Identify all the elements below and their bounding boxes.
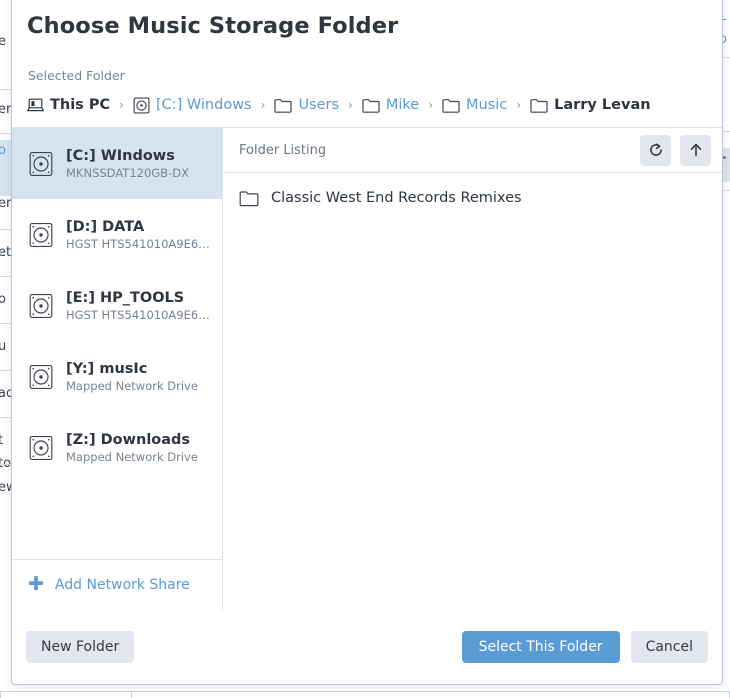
drive-text: [C:] WIndows MKNSSDAT120GB-DX [66, 147, 189, 180]
drive-name: [E:] HP_TOOLS [66, 289, 185, 306]
breadcrumb-separator: › [428, 98, 434, 112]
breadcrumb-label: This PC [50, 97, 111, 113]
breadcrumb-separator: › [348, 98, 353, 112]
add-network-share-button[interactable]: ✚ Add Network Share [12, 559, 222, 610]
refresh-icon [648, 142, 664, 158]
breadcrumb-item-this-pc[interactable]: This PC [27, 97, 110, 113]
drive-item-e[interactable]: [E:] HP_TOOLS HGST HTS541010A9E680 [12, 270, 222, 341]
breadcrumb-item-mike[interactable]: Mike [362, 97, 419, 113]
folder-listing-pane: Folder Listing Classic West End Records … [223, 128, 722, 610]
breadcrumb-separator: › [119, 98, 124, 112]
folder-row[interactable]: Classic West End Records Remixes [223, 182, 722, 214]
drive-icon [28, 435, 54, 461]
background-grid-tick [0, 691, 1, 698]
breadcrumb: This PC › [C:] Windows › Users › Mike › … [27, 91, 651, 119]
navigate-up-button[interactable] [680, 134, 711, 166]
breadcrumb-item-music[interactable]: Music [442, 97, 507, 113]
drive-item-z[interactable]: [Z:] Downloads Mapped Network Drive [12, 412, 222, 483]
folder-name: Classic West End Records Remixes [271, 190, 522, 206]
breadcrumb-label: Mike [385, 97, 420, 113]
breadcrumb-item-c-windows[interactable]: [C:] Windows [133, 97, 252, 114]
folder-icon [530, 98, 548, 113]
add-network-share-label: Add Network Share [54, 577, 190, 593]
breadcrumb-item-current[interactable]: Larry Levan [530, 97, 651, 113]
breadcrumb-label: Larry Levan [554, 97, 651, 113]
drives-sidebar: [C:] WIndows MKNSSDAT120GB-DX [D:] DATA … [12, 128, 223, 610]
folder-icon [442, 98, 460, 113]
drive-model: HGST HTS541010A9E680 [66, 237, 210, 252]
background-grid-tick [131, 691, 132, 698]
drive-text: [Z:] Downloads Mapped Network Drive [66, 431, 198, 464]
drive-name: [D:] DATA [66, 218, 145, 235]
folder-icon [239, 190, 259, 207]
dialog-body: [C:] WIndows MKNSSDAT120GB-DX [D:] DATA … [12, 127, 722, 610]
drive-model: HGST HTS541010A9E680 [66, 308, 210, 323]
drive-model: Mapped Network Drive [66, 450, 198, 465]
select-this-folder-button[interactable]: Select This Folder [461, 631, 620, 663]
background-text-fragment: e [0, 34, 6, 49]
drive-model: MKNSSDAT120GB-DX [66, 166, 189, 181]
drive-name: [C:] WIndows [66, 147, 175, 164]
breadcrumb-label: Music [466, 97, 508, 113]
drive-icon [28, 222, 54, 248]
dialog-title: Choose Music Storage Folder [27, 13, 399, 39]
drive-name: [Z:] Downloads [66, 431, 191, 448]
background-text-fragment: o [0, 292, 6, 307]
cancel-button[interactable]: Cancel [630, 631, 708, 663]
disk-icon [133, 97, 150, 114]
background-bottom-divider [0, 691, 730, 692]
refresh-button[interactable] [640, 134, 671, 166]
drive-item-y[interactable]: [Y:] musIc Mapped Network Drive [12, 341, 222, 412]
background-text-fragment: o [0, 143, 6, 158]
breadcrumb-label: Users [298, 97, 340, 113]
dialog-footer: New Folder Select This Folder Cancel [12, 610, 722, 684]
drive-list: [C:] WIndows MKNSSDAT120GB-DX [D:] DATA … [12, 128, 222, 559]
drive-item-c[interactable]: [C:] WIndows MKNSSDAT120GB-DX [12, 128, 222, 199]
background-text-fragment: er [0, 196, 12, 211]
new-folder-button[interactable]: New Folder [26, 631, 135, 663]
background-text-fragment: er [0, 102, 12, 117]
folder-listing-header: Folder Listing [223, 128, 722, 173]
drive-item-d[interactable]: [D:] DATA HGST HTS541010A9E680 [12, 199, 222, 270]
folder-icon [362, 98, 380, 113]
plus-icon: ✚ [28, 572, 44, 595]
drive-icon [28, 293, 54, 319]
drive-text: [E:] HP_TOOLS HGST HTS541010A9E680 [66, 289, 210, 322]
folder-listing-title: Folder Listing [239, 142, 327, 158]
drive-model: Mapped Network Drive [66, 379, 198, 394]
drive-text: [D:] DATA HGST HTS541010A9E680 [66, 218, 210, 251]
drive-icon [28, 364, 54, 390]
folder-icon [274, 98, 293, 113]
background-text-fragment: u [0, 339, 7, 354]
breadcrumb-separator: › [516, 98, 522, 112]
choose-folder-dialog: Choose Music Storage Folder Selected Fol… [11, 0, 723, 685]
folder-list: Classic West End Records Remixes [223, 173, 722, 214]
computer-icon [27, 98, 44, 113]
arrow-up-icon [688, 142, 704, 158]
background-text-fragment: et [0, 245, 12, 260]
selected-folder-label: Selected Folder [28, 68, 125, 83]
breadcrumb-label: [C:] Windows [155, 97, 252, 113]
breadcrumb-separator: › [260, 98, 266, 112]
background-text-fragment: t [0, 433, 4, 448]
drive-text: [Y:] musIc Mapped Network Drive [66, 360, 198, 393]
drive-name: [Y:] musIc [66, 360, 148, 377]
drive-icon [28, 151, 54, 177]
breadcrumb-item-users[interactable]: Users [274, 97, 339, 113]
